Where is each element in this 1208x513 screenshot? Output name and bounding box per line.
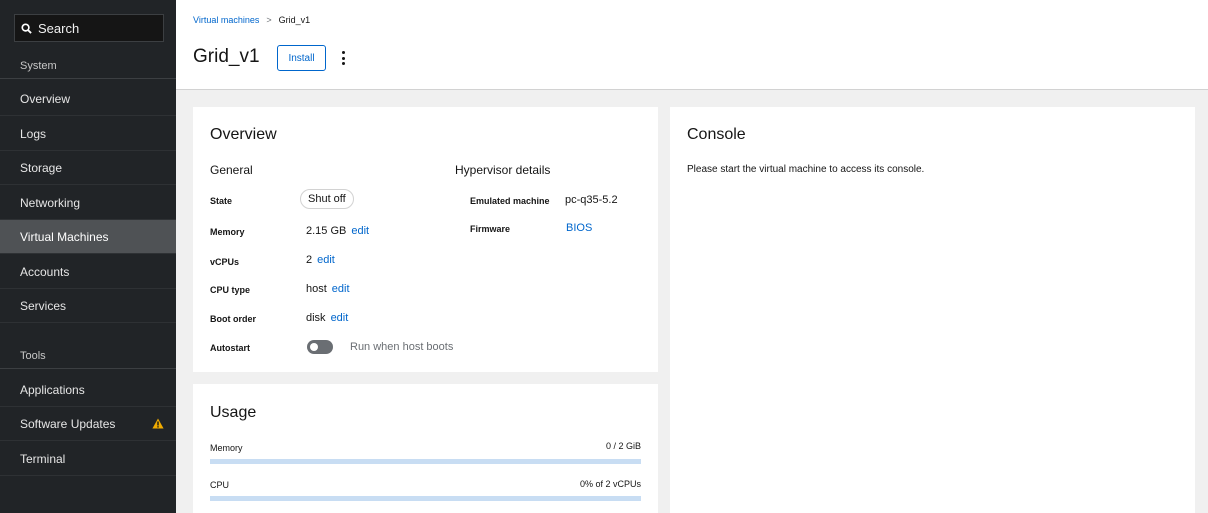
sidebar-item-label: Terminal xyxy=(20,451,66,466)
boot-order-edit-link[interactable]: edit xyxy=(331,312,349,324)
sidebar: Search System Overview Logs Storage Netw… xyxy=(0,0,176,513)
sidebar-item-software-updates[interactable]: Software Updates xyxy=(0,407,176,441)
state-label: State xyxy=(210,196,233,206)
emulated-machine-value: pc-q35-5.2 xyxy=(565,194,618,206)
sidebar-item-services[interactable]: Services xyxy=(0,289,176,323)
breadcrumb-link-virtual-machines[interactable]: Virtual machines xyxy=(193,15,259,25)
sidebar-item-label: Networking xyxy=(20,195,81,210)
breadcrumb: Virtual machines > Grid_v1 xyxy=(193,15,310,25)
emulated-machine-label: Emulated machine xyxy=(470,196,550,206)
vcpus-count: 2 xyxy=(306,254,313,266)
cpu-type-edit-link[interactable]: edit xyxy=(332,283,350,295)
usage-cpu-label: CPU xyxy=(210,480,230,490)
vcpus-label: vCPUs xyxy=(210,257,240,267)
sidebar-item-overview[interactable]: Overview xyxy=(0,82,176,116)
section-label-system: System xyxy=(0,53,176,79)
usage-memory-value: 0 / 2 GiB xyxy=(605,441,641,451)
boot-order-text: disk xyxy=(306,312,326,324)
cpu-type-label: CPU type xyxy=(210,285,251,295)
firmware-label: Firmware xyxy=(470,224,511,234)
page-header: Virtual machines > Grid_v1 Grid_v1 Insta… xyxy=(176,0,1208,90)
autostart-label: Autostart xyxy=(210,343,250,353)
state-badge: Shut off xyxy=(300,189,354,209)
sidebar-item-applications[interactable]: Applications xyxy=(0,373,176,407)
search-icon xyxy=(21,22,32,34)
sidebar-item-terminal[interactable]: Terminal xyxy=(0,442,176,476)
autostart-toggle[interactable] xyxy=(307,340,333,354)
sidebar-item-logs[interactable]: Logs xyxy=(0,117,176,151)
memory-value: 2.15 GB edit xyxy=(306,225,369,237)
usage-memory-label: Memory xyxy=(210,443,243,453)
sidebar-item-label: Storage xyxy=(20,160,63,175)
overview-card: Overview General Hypervisor details Stat… xyxy=(193,107,658,372)
sidebar-item-virtual-machines[interactable]: Virtual Machines xyxy=(0,220,176,254)
sidebar-item-label: Overview xyxy=(20,91,71,106)
sidebar-item-accounts[interactable]: Accounts xyxy=(0,255,176,289)
warning-icon xyxy=(152,418,164,429)
sidebar-item-label: Software Updates xyxy=(20,416,116,431)
sidebar-item-label: Logs xyxy=(20,126,47,141)
install-button[interactable]: Install xyxy=(277,45,326,71)
breadcrumb-separator: > xyxy=(266,15,272,25)
sidebar-item-label: Services xyxy=(20,298,67,313)
search-input[interactable]: Search xyxy=(14,14,164,42)
breadcrumb-current: Grid_v1 xyxy=(278,15,311,25)
sidebar-item-label: Applications xyxy=(20,382,85,397)
console-card: Console Please start the virtual machine… xyxy=(670,107,1195,513)
vcpus-value: 2 edit xyxy=(306,254,335,266)
console-title: Console xyxy=(687,126,746,143)
section-label-tools: Tools xyxy=(0,343,176,369)
sidebar-item-networking[interactable]: Networking xyxy=(0,186,176,220)
usage-card: Usage Memory 0 / 2 GiB CPU 0% of 2 vCPUs xyxy=(193,384,658,513)
usage-cpu-value: 0% of 2 vCPUs xyxy=(579,479,641,489)
search-label: Search xyxy=(38,20,80,36)
autostart-toggle-label: Run when host boots xyxy=(350,341,454,353)
state-value: Shut off xyxy=(300,189,354,209)
kebab-menu-icon[interactable] xyxy=(338,49,348,67)
memory-amount: 2.15 GB xyxy=(306,225,347,237)
memory-edit-link[interactable]: edit xyxy=(351,225,369,237)
overview-title: Overview xyxy=(210,126,277,143)
firmware-value: BIOS xyxy=(566,222,592,234)
sidebar-item-storage[interactable]: Storage xyxy=(0,151,176,185)
memory-usage-bar xyxy=(210,459,641,464)
hypervisor-heading: Hypervisor details xyxy=(455,163,551,177)
console-message: Please start the virtual machine to acce… xyxy=(687,164,925,175)
boot-order-label: Boot order xyxy=(210,314,256,324)
firmware-link[interactable]: BIOS xyxy=(566,222,592,234)
cpu-type-value: host edit xyxy=(306,283,350,295)
memory-label: Memory xyxy=(210,227,245,237)
cpu-type-text: host xyxy=(306,283,327,295)
general-heading: General xyxy=(210,163,253,177)
boot-order-value: disk edit xyxy=(306,312,348,324)
sidebar-item-label: Virtual Machines xyxy=(20,229,109,244)
sidebar-item-label: Accounts xyxy=(20,264,70,279)
cpu-usage-bar xyxy=(210,496,641,501)
vcpus-edit-link[interactable]: edit xyxy=(317,254,335,266)
usage-title: Usage xyxy=(210,404,257,421)
autostart-value: Run when host boots xyxy=(307,340,453,354)
page-title: Grid_v1 xyxy=(193,46,260,67)
